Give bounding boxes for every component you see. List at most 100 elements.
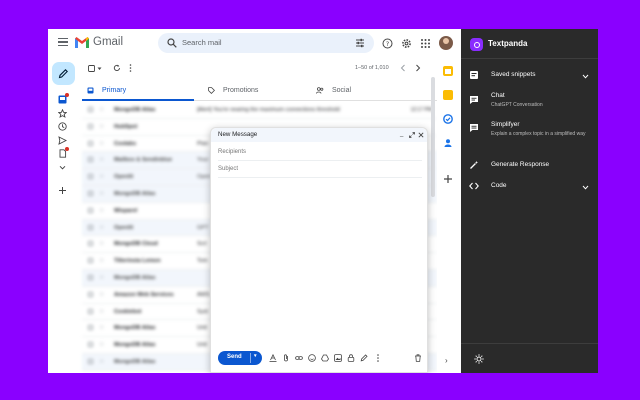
email-row[interactable]: ☆ MongoDB Atlas [Alert] You're nearing the…: [82, 102, 437, 119]
avatar[interactable]: [439, 36, 453, 50]
search-icon[interactable]: [167, 38, 177, 48]
select-all-checkbox[interactable]: [88, 65, 95, 72]
panel-item-chat[interactable]: Chat ChatGPT Conversation: [461, 91, 598, 113]
star-icon[interactable]: ☆: [99, 274, 104, 281]
row-checkbox[interactable]: [88, 140, 93, 146]
row-checkbox[interactable]: [88, 342, 93, 348]
chevron-right-icon[interactable]: [415, 64, 421, 72]
row-checkbox[interactable]: [88, 325, 93, 331]
compose-button[interactable]: [52, 62, 75, 85]
active-tab-indicator: [82, 99, 194, 101]
more-options-icon[interactable]: [374, 354, 382, 362]
compose-header[interactable]: New Message _: [211, 128, 427, 142]
send-button[interactable]: Send ▾: [218, 351, 262, 365]
menu-icon[interactable]: [58, 38, 68, 46]
textpanda-logo-icon: [470, 38, 483, 51]
row-checkbox[interactable]: [88, 107, 93, 112]
photo-icon[interactable]: [334, 354, 342, 362]
row-checkbox[interactable]: [88, 224, 93, 230]
panel-item-code[interactable]: Code: [461, 178, 598, 194]
link-icon[interactable]: [295, 354, 303, 362]
star-icon[interactable]: ☆: [99, 190, 104, 197]
star-icon[interactable]: ☆: [99, 173, 104, 180]
row-checkbox[interactable]: [88, 258, 93, 264]
search-input[interactable]: Search mail: [182, 37, 222, 49]
formatting-icon[interactable]: [269, 354, 277, 362]
star-icon[interactable]: ☆: [99, 207, 104, 214]
close-icon[interactable]: [418, 132, 424, 138]
tab-primary[interactable]: Primary: [87, 79, 126, 101]
row-checkbox[interactable]: [88, 174, 93, 180]
send-icon[interactable]: [58, 136, 67, 145]
email-sender: Openlit: [114, 224, 134, 231]
tab-social[interactable]: Social: [316, 79, 351, 101]
panel-item-description: ChatGPT Conversation: [491, 102, 543, 108]
calendar-icon[interactable]: [443, 66, 453, 76]
emoji-icon[interactable]: [308, 354, 316, 362]
star-icon[interactable]: ☆: [99, 240, 104, 247]
chevron-down-icon[interactable]: [582, 185, 589, 190]
settings-gear-icon[interactable]: [401, 38, 412, 49]
subject-field[interactable]: Subject: [218, 161, 422, 178]
textpanda-panel: Textpanda Saved snippets Chat ChatGPT Co…: [461, 29, 598, 373]
recipients-field[interactable]: Recipients: [218, 144, 422, 161]
refresh-icon[interactable]: [113, 64, 121, 72]
lock-clock-icon[interactable]: [347, 354, 355, 362]
tab-label: Social: [332, 86, 352, 94]
contacts-icon[interactable]: [443, 138, 453, 148]
star-icon[interactable]: [58, 109, 67, 118]
add-addon-icon[interactable]: [443, 174, 453, 184]
compose-title: New Message: [218, 131, 258, 138]
star-icon[interactable]: ☆: [99, 140, 104, 147]
panel-item-generate-response[interactable]: Generate Response: [461, 157, 598, 173]
star-icon[interactable]: ☆: [99, 156, 104, 163]
attach-icon[interactable]: [282, 354, 290, 362]
scrollbar[interactable]: [431, 77, 435, 197]
minimize-icon[interactable]: _: [400, 131, 403, 137]
send-options-icon[interactable]: ▾: [254, 353, 257, 359]
chevron-down-icon[interactable]: [582, 74, 589, 79]
select-dropdown-icon[interactable]: [97, 67, 102, 71]
row-checkbox[interactable]: [88, 241, 93, 247]
search-bar[interactable]: Search mail: [158, 33, 374, 53]
apps-grid-icon[interactable]: [420, 38, 431, 49]
delete-icon[interactable]: [414, 354, 422, 362]
drive-icon[interactable]: [321, 354, 329, 362]
side-panel-rail: [437, 57, 461, 373]
star-icon[interactable]: ☆: [99, 341, 104, 348]
expand-icon[interactable]: [409, 132, 415, 138]
clock-icon[interactable]: [58, 122, 67, 131]
row-checkbox[interactable]: [88, 190, 93, 196]
chevron-down-icon[interactable]: [58, 163, 67, 172]
add-label-icon[interactable]: [58, 186, 67, 195]
row-checkbox[interactable]: [88, 308, 93, 314]
panel-item-simplifyer[interactable]: Simplifyer Explain a complex topic in a …: [461, 120, 598, 148]
signature-pen-icon[interactable]: [360, 354, 368, 362]
star-icon[interactable]: ☆: [99, 257, 104, 264]
theme-toggle-sun-icon[interactable]: [474, 354, 484, 364]
help-icon[interactable]: ?: [382, 38, 393, 49]
tasks-icon[interactable]: [443, 114, 453, 124]
email-sender: Cookiebot: [114, 308, 142, 315]
chevron-left-icon[interactable]: [400, 64, 406, 72]
tab-promotions[interactable]: Promotions: [208, 79, 258, 101]
star-icon[interactable]: ☆: [99, 123, 104, 130]
star-icon[interactable]: ☆: [99, 291, 104, 298]
row-checkbox[interactable]: [88, 274, 93, 280]
keep-icon[interactable]: [443, 90, 453, 100]
row-checkbox[interactable]: [88, 123, 93, 129]
star-icon[interactable]: ☆: [99, 308, 104, 315]
code-icon: [469, 182, 479, 190]
row-checkbox[interactable]: [88, 358, 93, 364]
more-vert-icon[interactable]: [129, 64, 132, 72]
row-checkbox[interactable]: [88, 291, 93, 297]
row-checkbox[interactable]: [88, 157, 93, 163]
panel-item-saved-snippets[interactable]: Saved snippets: [461, 67, 598, 83]
star-icon[interactable]: ☆: [99, 106, 104, 113]
star-icon[interactable]: ☆: [99, 358, 104, 365]
star-icon[interactable]: ☆: [99, 224, 104, 231]
expand-panel-icon[interactable]: ›: [445, 356, 448, 365]
filter-options-icon[interactable]: [355, 38, 365, 48]
row-checkbox[interactable]: [88, 207, 93, 213]
star-icon[interactable]: ☆: [99, 324, 104, 331]
